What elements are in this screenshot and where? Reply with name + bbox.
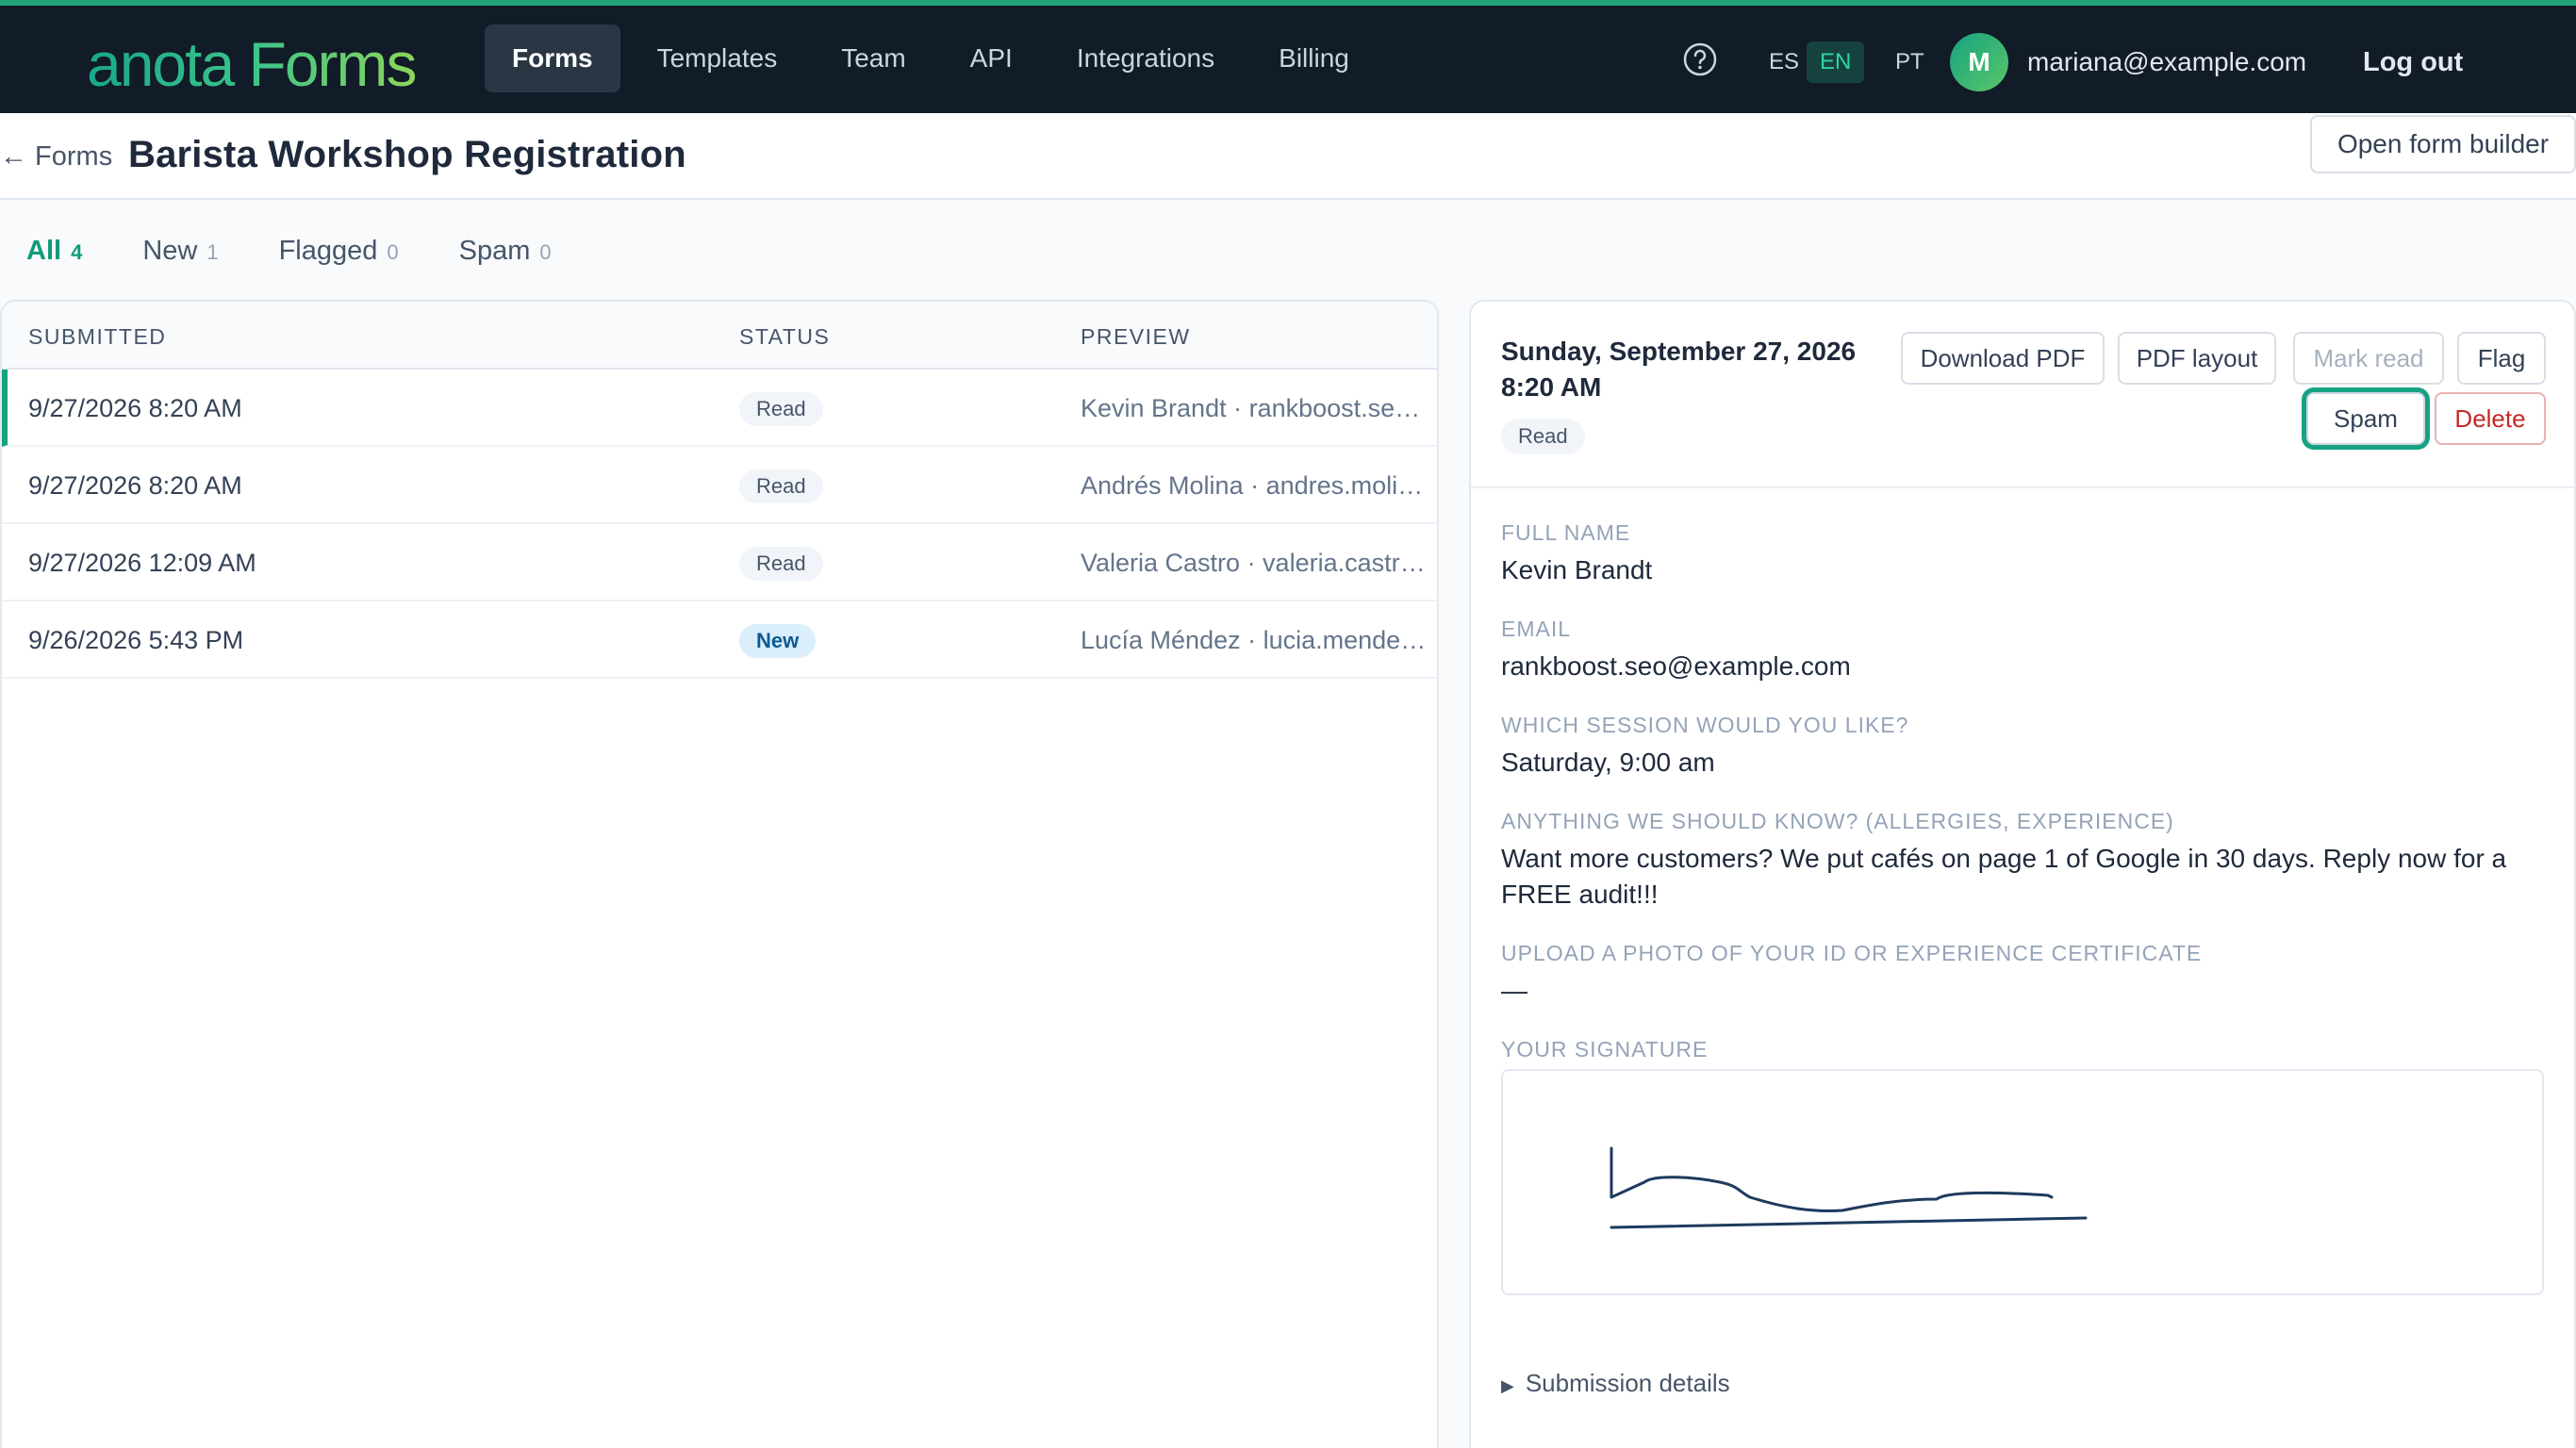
nav-integrations[interactable]: Integrations bbox=[1049, 25, 1242, 92]
user-avatar[interactable]: M bbox=[1950, 33, 2008, 91]
status-badge: Read bbox=[739, 469, 823, 503]
table-row[interactable]: 9/27/2026 8:20 AM Read Andrés Molina · a… bbox=[2, 447, 1437, 524]
flag-button[interactable]: Flag bbox=[2457, 332, 2546, 385]
mark-read-button[interactable]: Mark read bbox=[2293, 332, 2444, 385]
tab-new[interactable]: New 1 bbox=[142, 232, 218, 272]
spam-button[interactable]: Spam bbox=[2306, 392, 2425, 445]
tab-label: Flagged bbox=[278, 236, 378, 266]
field-label-session: WHICH SESSION WOULD YOU LIKE? bbox=[1501, 713, 1909, 737]
table-row[interactable]: 9/27/2026 12:09 AM Read Valeria Castro ·… bbox=[2, 524, 1437, 601]
lang-pt[interactable]: PT bbox=[1882, 41, 1938, 83]
tab-label: All bbox=[26, 236, 62, 266]
submission-detail: Sunday, September 27, 2026 8:20 AM Read … bbox=[1469, 300, 2576, 1448]
nav-forms[interactable]: Forms bbox=[485, 25, 620, 92]
main-nav: Forms Templates Team API Integrations Bi… bbox=[485, 25, 1386, 92]
lang-es[interactable]: ES bbox=[1756, 41, 1812, 83]
submission-details-toggle[interactable]: ▶ Submission details bbox=[1501, 1367, 1730, 1402]
signature-drawing bbox=[1610, 1146, 2088, 1229]
field-value-session: Saturday, 9:00 am bbox=[1501, 748, 1715, 777]
preview-text: Lucía Méndez · lucia.mende… bbox=[1081, 626, 1427, 654]
column-header-preview: PREVIEW bbox=[1081, 324, 1191, 349]
nav-api[interactable]: API bbox=[943, 25, 1040, 92]
field-label-notes: ANYTHING WE SHOULD KNOW? (ALLERGIES, EXP… bbox=[1501, 809, 2174, 833]
delete-button[interactable]: Delete bbox=[2435, 392, 2546, 445]
field-value-email: rankboost.seo@example.com bbox=[1501, 651, 1851, 681]
detail-date: Sunday, September 27, 2026 8:20 AM bbox=[1501, 334, 1897, 405]
tab-all[interactable]: All 4 bbox=[26, 232, 82, 272]
signature-box bbox=[1501, 1069, 2544, 1295]
field-value-full-name: Kevin Brandt bbox=[1501, 555, 1653, 584]
caret-right-icon: ▶ bbox=[1501, 1376, 1514, 1395]
preview-text: Kevin Brandt · rankboost.se… bbox=[1081, 394, 1421, 422]
submitted-date: 9/27/2026 8:20 AM bbox=[28, 394, 242, 422]
nav-templates[interactable]: Templates bbox=[630, 25, 805, 92]
detail-date-line: Sunday, September 27, 2026 bbox=[1501, 337, 1857, 366]
field-label-email: EMAIL bbox=[1501, 617, 1572, 641]
status-badge: New bbox=[739, 624, 817, 658]
field-label-full-name: FULL NAME bbox=[1501, 520, 1631, 545]
top-navbar: anota Forms Forms Templates Team API Int… bbox=[0, 0, 2576, 113]
submitted-date: 9/26/2026 5:43 PM bbox=[28, 626, 244, 654]
app-logo[interactable]: anota Forms bbox=[87, 26, 417, 102]
user-email[interactable]: mariana@example.com bbox=[2027, 43, 2306, 81]
submitted-date: 9/27/2026 12:09 AM bbox=[28, 549, 256, 577]
page-header: ← Forms Barista Workshop Registration Op… bbox=[0, 113, 2576, 200]
download-pdf-button[interactable]: Download PDF bbox=[1901, 332, 2105, 385]
status-badge: Read bbox=[1501, 419, 1585, 454]
tab-spam[interactable]: Spam 0 bbox=[459, 232, 552, 272]
detail-time-line: 8:20 AM bbox=[1501, 372, 1602, 402]
tab-label: New bbox=[142, 236, 198, 266]
field-label-signature: YOUR SIGNATURE bbox=[1501, 1037, 1709, 1061]
open-form-builder-button[interactable]: Open form builder bbox=[2310, 115, 2576, 173]
status-badge: Read bbox=[739, 392, 823, 426]
back-to-forms-link[interactable]: ← Forms bbox=[0, 136, 112, 177]
logout-button[interactable]: Log out bbox=[2363, 41, 2463, 83]
column-header-submitted: SUBMITTED bbox=[28, 324, 167, 349]
table-header: SUBMITTED STATUS PREVIEW bbox=[2, 302, 1437, 370]
tab-label: Spam bbox=[458, 236, 531, 266]
tab-flagged[interactable]: Flagged 0 bbox=[279, 232, 399, 272]
tab-count: 0 bbox=[539, 240, 552, 264]
field-value-notes: Want more customers? We put cafés on pag… bbox=[1501, 844, 2507, 909]
filter-tabs: All 4 New 1 Flagged 0 Spam 0 bbox=[26, 232, 612, 272]
submitted-date: 9/27/2026 8:20 AM bbox=[28, 471, 242, 500]
detail-header: Sunday, September 27, 2026 8:20 AM Read … bbox=[1471, 302, 2574, 488]
submissions-list: SUBMITTED STATUS PREVIEW 9/27/2026 8:20 … bbox=[0, 300, 1439, 1448]
pdf-layout-button[interactable]: PDF layout bbox=[2118, 332, 2276, 385]
tab-count: 1 bbox=[206, 240, 219, 264]
preview-text: Valeria Castro · valeria.castr… bbox=[1081, 549, 1426, 577]
help-icon[interactable] bbox=[1682, 41, 1718, 77]
submission-details-label: Submission details bbox=[1525, 1369, 1730, 1397]
status-badge: Read bbox=[739, 547, 823, 581]
field-label-upload: UPLOAD A PHOTO OF YOUR ID OR EXPERIENCE … bbox=[1501, 941, 2203, 965]
nav-billing[interactable]: Billing bbox=[1251, 25, 1377, 92]
nav-team[interactable]: Team bbox=[814, 25, 933, 92]
tab-count: 4 bbox=[71, 240, 83, 264]
preview-text: Andrés Molina · andres.moli… bbox=[1081, 471, 1424, 500]
table-row[interactable]: 9/27/2026 8:20 AM Read Kevin Brandt · ra… bbox=[2, 370, 1437, 447]
table-row[interactable]: 9/26/2026 5:43 PM New Lucía Méndez · luc… bbox=[2, 601, 1437, 679]
field-value-upload: — bbox=[1501, 976, 1527, 1005]
lang-en[interactable]: EN bbox=[1807, 41, 1865, 83]
column-header-status: STATUS bbox=[739, 324, 831, 349]
page-title: Barista Workshop Registration bbox=[128, 134, 686, 175]
tab-count: 0 bbox=[387, 240, 399, 264]
